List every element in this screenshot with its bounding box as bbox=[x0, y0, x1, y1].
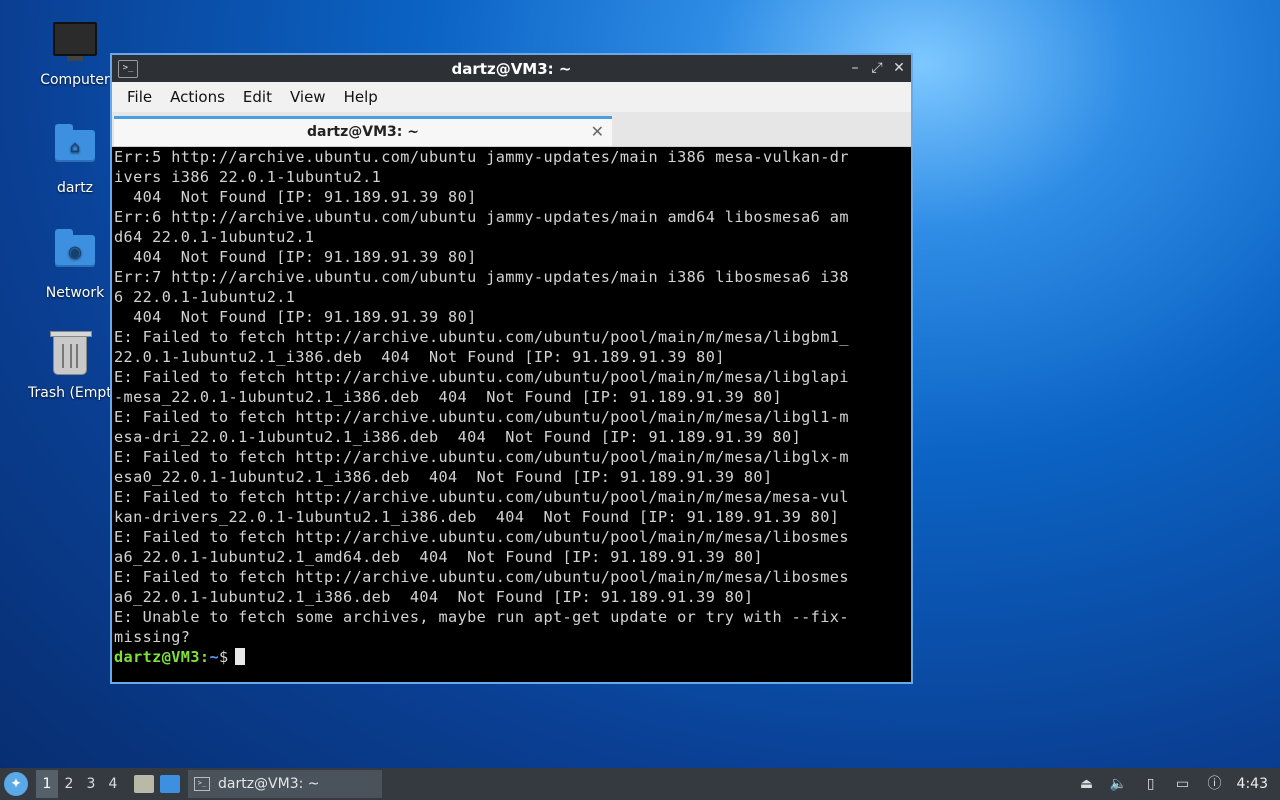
file-manager-launcher-icon[interactable] bbox=[134, 775, 154, 793]
network-icon[interactable]: ▭ bbox=[1174, 776, 1192, 792]
desktop-icon-label: dartz bbox=[56, 180, 94, 196]
terminal-app-icon: >_ bbox=[194, 777, 210, 791]
terminal-window[interactable]: >_ dartz@VM3: ~ – ⤢ ✕ File Actions Edit … bbox=[110, 53, 913, 684]
terminal-line: missing? bbox=[114, 628, 191, 646]
workspace-4[interactable]: 4 bbox=[102, 776, 124, 792]
menu-bar: File Actions Edit View Help bbox=[112, 82, 911, 112]
menu-edit[interactable]: Edit bbox=[234, 88, 281, 106]
taskbar-panel: ✦ 1 2 3 4 >_ dartz@VM3: ~ ⏏ 🔈 ▯ ▭ ⓘ 4:43 bbox=[0, 768, 1280, 800]
close-icon[interactable]: ✕ bbox=[893, 59, 905, 77]
terminal-line: esa-dri_22.0.1-1ubuntu2.1_i386.deb 404 N… bbox=[114, 428, 802, 446]
tab-terminal[interactable]: dartz@VM3: ~ ✕ bbox=[114, 116, 612, 146]
start-menu-icon[interactable]: ✦ bbox=[4, 772, 28, 796]
terminal-line: E: Failed to fetch http://archive.ubuntu… bbox=[114, 528, 849, 546]
workspace-3[interactable]: 3 bbox=[80, 776, 102, 792]
desktop-icon-computer[interactable]: Computer bbox=[28, 18, 122, 88]
terminal-line: a6_22.0.1-1ubuntu2.1_i386.deb 404 Not Fo… bbox=[114, 588, 754, 606]
clock[interactable]: 4:43 bbox=[1237, 776, 1268, 792]
terminal-line: E: Failed to fetch http://archive.ubuntu… bbox=[114, 488, 849, 506]
workspace-2[interactable]: 2 bbox=[58, 776, 80, 792]
volume-icon[interactable]: 🔈 bbox=[1110, 776, 1128, 792]
terminal-line: a6_22.0.1-1ubuntu2.1_amd64.deb 404 Not F… bbox=[114, 548, 763, 566]
terminal-line: 22.0.1-1ubuntu2.1_i386.deb 404 Not Found… bbox=[114, 348, 725, 366]
eject-icon[interactable]: ⏏ bbox=[1078, 776, 1096, 792]
prompt-symbol: $ bbox=[219, 648, 229, 666]
clipboard-icon[interactable]: ▯ bbox=[1142, 776, 1160, 792]
menu-actions[interactable]: Actions bbox=[161, 88, 234, 106]
tab-close-icon[interactable]: ✕ bbox=[591, 122, 604, 141]
terminal-line: d64 22.0.1-1ubuntu2.1 bbox=[114, 228, 315, 246]
taskbar-item-label: dartz@VM3: ~ bbox=[218, 776, 320, 792]
terminal-line: Err:6 http://archive.ubuntu.com/ubuntu j… bbox=[114, 208, 849, 226]
desktop-icon-label: Computer bbox=[40, 72, 110, 88]
maximize-icon[interactable]: ⤢ bbox=[871, 59, 883, 77]
desktop-icon-home[interactable]: ⌂ dartz bbox=[28, 124, 122, 196]
desktop-icon-label: Trash (Empty) bbox=[28, 385, 112, 401]
terminal-line: 404 Not Found [IP: 91.189.91.39 80] bbox=[114, 308, 477, 326]
desktop-icon-trash[interactable]: Trash (Empty) bbox=[28, 331, 112, 401]
system-tray: ⏏ 🔈 ▯ ▭ ⓘ 4:43 bbox=[1071, 768, 1280, 800]
terminal-line: E: Failed to fetch http://archive.ubuntu… bbox=[114, 408, 849, 426]
prompt-user-host: dartz@VM3 bbox=[114, 648, 200, 666]
terminal-line: 404 Not Found [IP: 91.189.91.39 80] bbox=[114, 188, 477, 206]
window-titlebar[interactable]: >_ dartz@VM3: ~ – ⤢ ✕ bbox=[112, 55, 911, 82]
tab-bar: dartz@VM3: ~ ✕ bbox=[112, 112, 911, 147]
terminal-prompt-line: dartz@VM3:~$ bbox=[114, 647, 911, 667]
computer-icon bbox=[53, 22, 97, 66]
terminal-line: esa0_22.0.1-1ubuntu2.1_i386.deb 404 Not … bbox=[114, 468, 773, 486]
tab-label: dartz@VM3: ~ bbox=[307, 124, 419, 140]
menu-help[interactable]: Help bbox=[335, 88, 387, 106]
menu-view[interactable]: View bbox=[281, 88, 335, 106]
terminal-line: E: Failed to fetch http://archive.ubuntu… bbox=[114, 568, 849, 586]
home-folder-icon: ⌂ bbox=[53, 124, 97, 174]
desktop-icon-network[interactable]: ◉ Network bbox=[28, 229, 122, 301]
terminal-line: E: Failed to fetch http://archive.ubuntu… bbox=[114, 368, 849, 386]
terminal-line: ivers i386 22.0.1-1ubuntu2.1 bbox=[114, 168, 382, 186]
desktop-icon-label: Network bbox=[45, 285, 105, 301]
show-desktop-icon[interactable] bbox=[160, 775, 180, 793]
terminal-line: E: Unable to fetch some archives, maybe … bbox=[114, 608, 849, 626]
menu-file[interactable]: File bbox=[118, 88, 161, 106]
terminal-line: -mesa_22.0.1-1ubuntu2.1_i386.deb 404 Not… bbox=[114, 388, 783, 406]
terminal-line: 6 22.0.1-1ubuntu2.1 bbox=[114, 288, 296, 306]
terminal-line: E: Failed to fetch http://archive.ubuntu… bbox=[114, 328, 849, 346]
notification-icon[interactable]: ⓘ bbox=[1206, 776, 1224, 792]
network-folder-icon: ◉ bbox=[53, 229, 97, 279]
terminal-line: kan-drivers_22.0.1-1ubuntu2.1_i386.deb 4… bbox=[114, 508, 840, 526]
terminal-line: Err:7 http://archive.ubuntu.com/ubuntu j… bbox=[114, 268, 849, 286]
taskbar-item-terminal[interactable]: >_ dartz@VM3: ~ bbox=[188, 770, 382, 798]
window-title: dartz@VM3: ~ bbox=[451, 60, 572, 78]
text-cursor bbox=[234, 648, 245, 665]
terminal-line: 404 Not Found [IP: 91.189.91.39 80] bbox=[114, 248, 477, 266]
prompt-path: ~ bbox=[209, 648, 219, 666]
minimize-icon[interactable]: – bbox=[849, 59, 861, 77]
terminal-output[interactable]: Err:5 http://archive.ubuntu.com/ubuntu j… bbox=[114, 147, 911, 682]
terminal-line: Err:5 http://archive.ubuntu.com/ubuntu j… bbox=[114, 148, 849, 166]
trash-icon bbox=[48, 331, 92, 379]
workspace-1[interactable]: 1 bbox=[36, 770, 58, 798]
terminal-line: E: Failed to fetch http://archive.ubuntu… bbox=[114, 448, 849, 466]
